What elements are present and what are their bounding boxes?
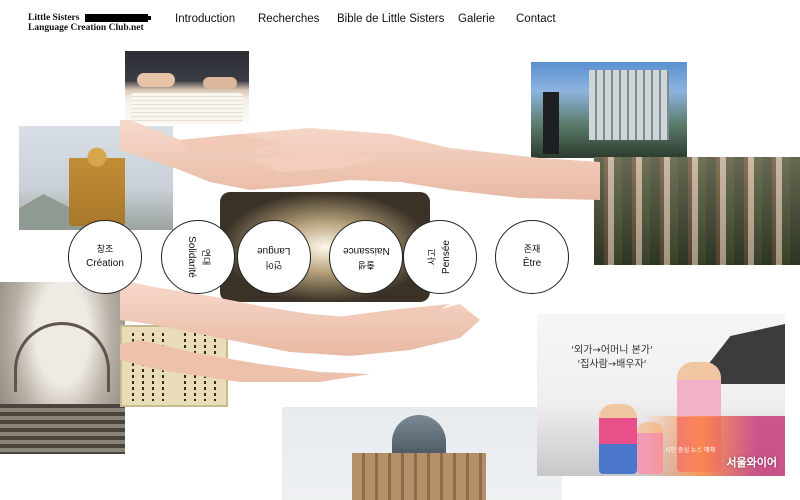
circle-pensee-fr: Pensée <box>440 240 452 274</box>
circle-langue[interactable]: 언어 Langue <box>237 220 311 294</box>
logo-dot <box>147 16 151 20</box>
ad-brand: 서울와이어 <box>726 456 777 469</box>
nav-contact[interactable]: Contact <box>516 13 556 25</box>
circle-langue-fr: Langue <box>257 245 291 256</box>
circle-pensee-ko: 사고 <box>427 248 438 266</box>
photo-reading-book <box>125 51 249 129</box>
circle-creation-ko: 창조 <box>96 245 114 255</box>
circle-etre[interactable]: 존재 Être <box>495 220 569 294</box>
circle-naissance[interactable]: 출생 Naissance <box>329 220 403 294</box>
circle-etre-fr: Être <box>522 258 542 269</box>
site-logo[interactable]: Little Sisters Language Creation Club.ne… <box>28 13 153 35</box>
nav-introduction[interactable]: Introduction <box>175 13 235 25</box>
circle-naissance-fr: Naissance <box>342 245 390 256</box>
circle-solidarite-fr: Solidarité <box>185 236 197 278</box>
circle-naissance-ko: 출생 <box>357 259 375 269</box>
nav-bible[interactable]: Bible de Little Sisters <box>337 13 444 25</box>
photo-institute-dome <box>282 407 562 500</box>
logo-bar <box>85 14 148 22</box>
circle-langue-ko: 언어 <box>265 259 283 269</box>
circle-creation[interactable]: 창조 Création <box>68 220 142 294</box>
circle-solidarite-ko: 연대 <box>199 248 210 266</box>
logo-line-2: Language Creation Club.net <box>28 23 144 33</box>
ad-brand-subtitle: 시민 중심 뉴스 매체 <box>665 447 715 454</box>
photo-parliament-hall <box>0 282 125 454</box>
circle-creation-fr: Création <box>86 258 124 269</box>
nav-galerie[interactable]: Galerie <box>458 13 495 25</box>
logo-line-1: Little Sisters <box>28 13 80 23</box>
circle-etre-ko: 존재 <box>523 245 541 255</box>
circle-solidarite[interactable]: 연대 Solidarité <box>161 220 235 294</box>
photo-academy-assembly <box>594 157 800 265</box>
nav-recherches[interactable]: Recherches <box>258 13 319 25</box>
circle-pensee[interactable]: 사고 Pensée <box>403 220 477 294</box>
